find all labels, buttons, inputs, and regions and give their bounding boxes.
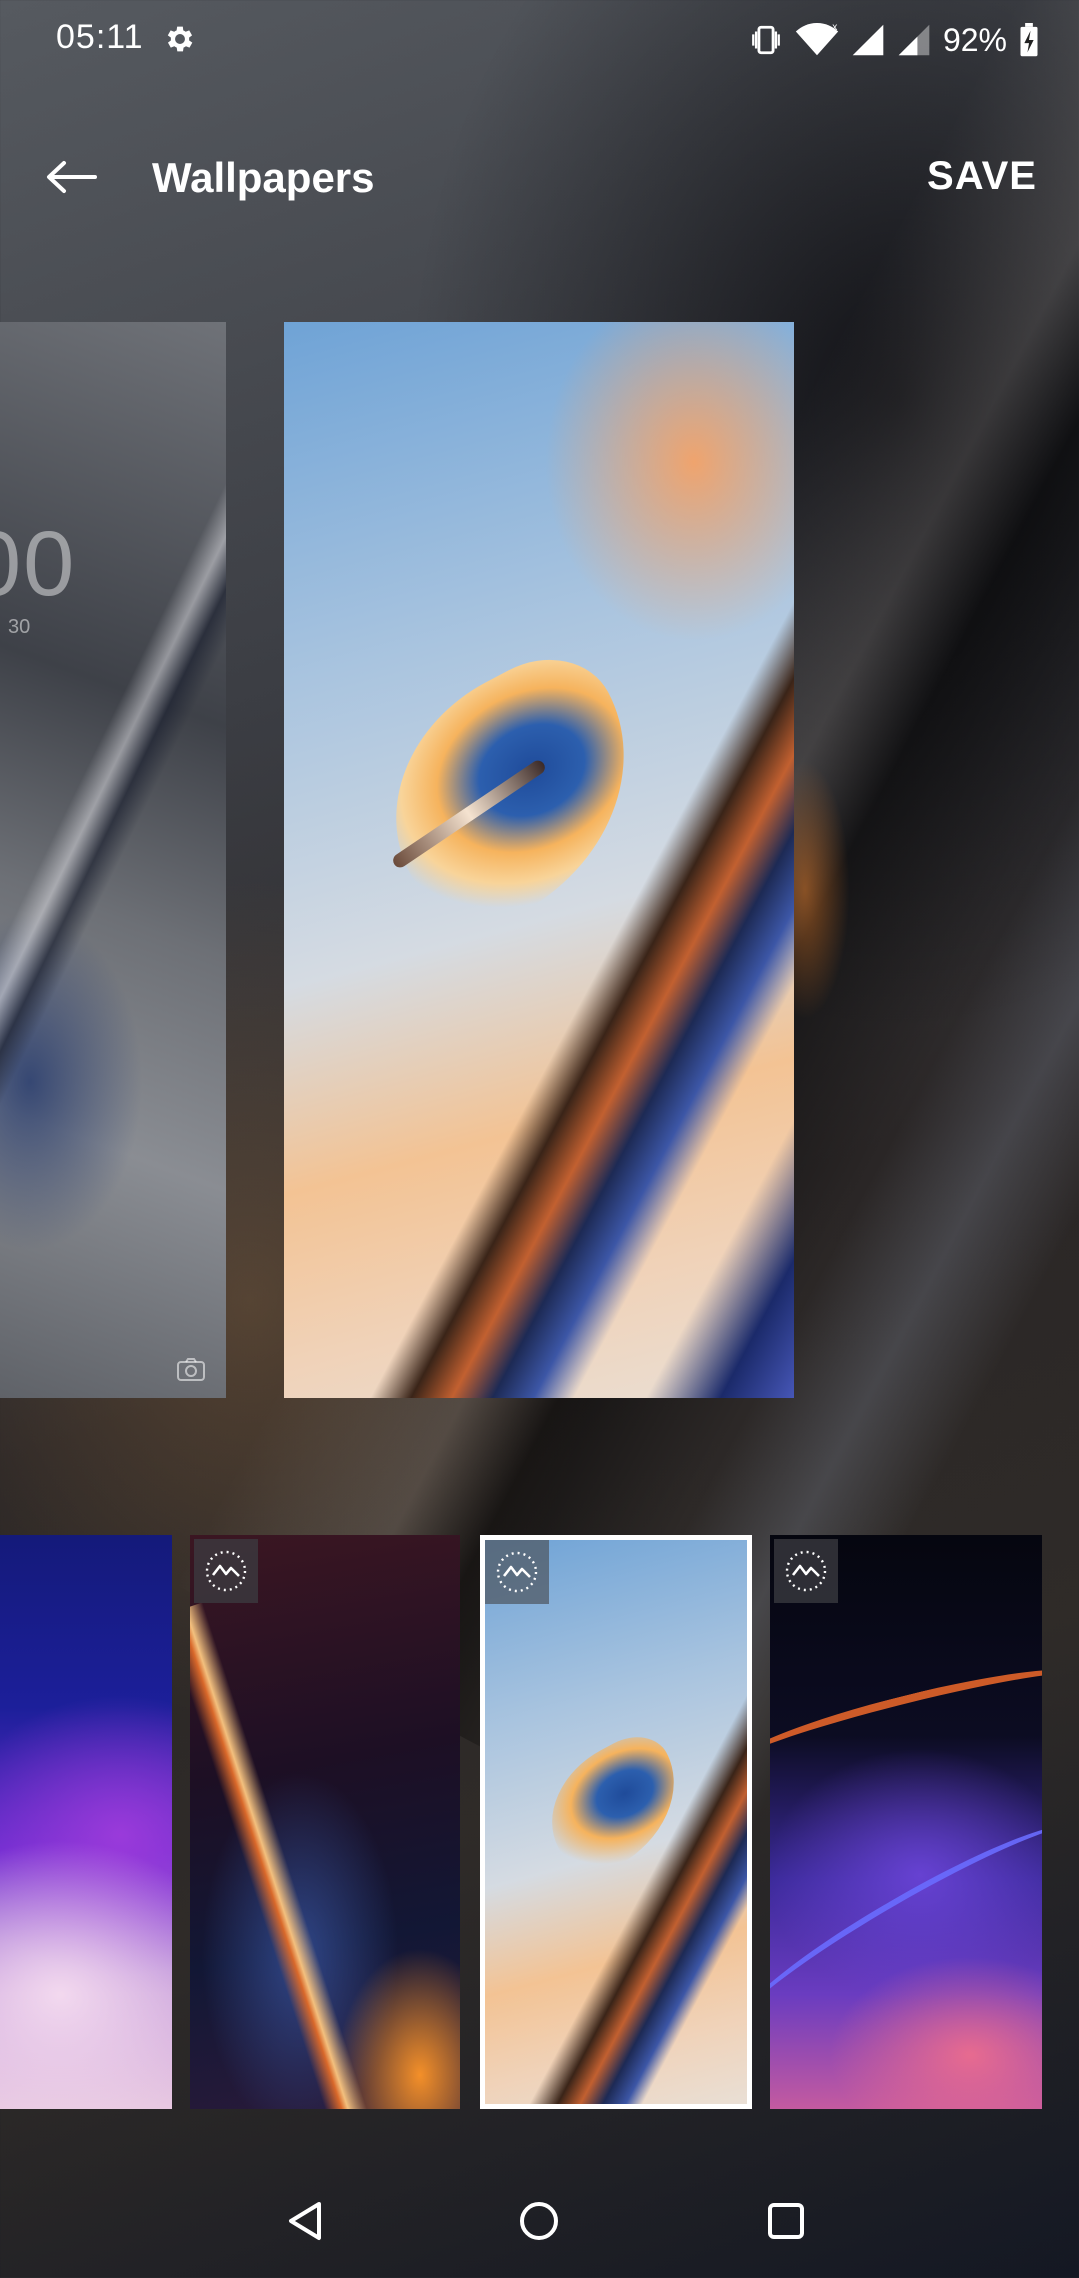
svg-text:x: x [832, 23, 837, 33]
status-time: 05:11 [56, 18, 144, 56]
homescreen-preview[interactable] [284, 322, 794, 1398]
arrow-left-icon [47, 161, 97, 193]
status-icons: x 92% [749, 18, 1039, 62]
page-title: Wallpapers [152, 154, 375, 201]
back-button[interactable] [36, 146, 106, 208]
lockscreen-preview[interactable]: 00 30 [0, 322, 226, 1398]
back-triangle-icon [289, 2202, 321, 2240]
live-wallpaper-icon [774, 1539, 838, 1603]
wallpaper-thumbnail[interactable] [770, 1535, 1042, 2109]
signal-weak-icon [897, 23, 931, 57]
nav-home-button[interactable] [504, 2186, 574, 2256]
status-bar: 05:11 x 92% [0, 0, 1079, 80]
live-wallpaper-icon [485, 1540, 549, 1604]
lockscreen-clock: 00 [0, 513, 77, 615]
signal-icon [851, 23, 885, 57]
save-button[interactable]: SAVE [927, 154, 1037, 199]
recents-square-icon [768, 2203, 804, 2239]
home-circle-icon [520, 2202, 558, 2240]
app-bar: Wallpapers SAVE [0, 140, 1079, 220]
navigation-bar [0, 2160, 1079, 2278]
battery-percent: 92% [942, 21, 1007, 58]
nav-back-button[interactable] [270, 2186, 340, 2256]
wallpaper-thumbnail-strip [0, 1535, 1079, 2109]
live-wallpaper-icon [194, 1539, 258, 1603]
nav-recents-button[interactable] [751, 2186, 821, 2256]
wallpaper-thumbnail[interactable] [0, 1535, 172, 2109]
vibrate-icon [749, 23, 783, 57]
lockscreen-date: 30 [8, 616, 31, 638]
settings-gear-icon [163, 22, 197, 56]
wallpaper-thumbnail-selected[interactable] [480, 1535, 752, 2109]
wifi-icon: x [795, 23, 839, 57]
wallpaper-thumbnail[interactable] [190, 1535, 460, 2109]
battery-charging-icon [1019, 23, 1039, 57]
camera-icon [176, 1356, 206, 1382]
